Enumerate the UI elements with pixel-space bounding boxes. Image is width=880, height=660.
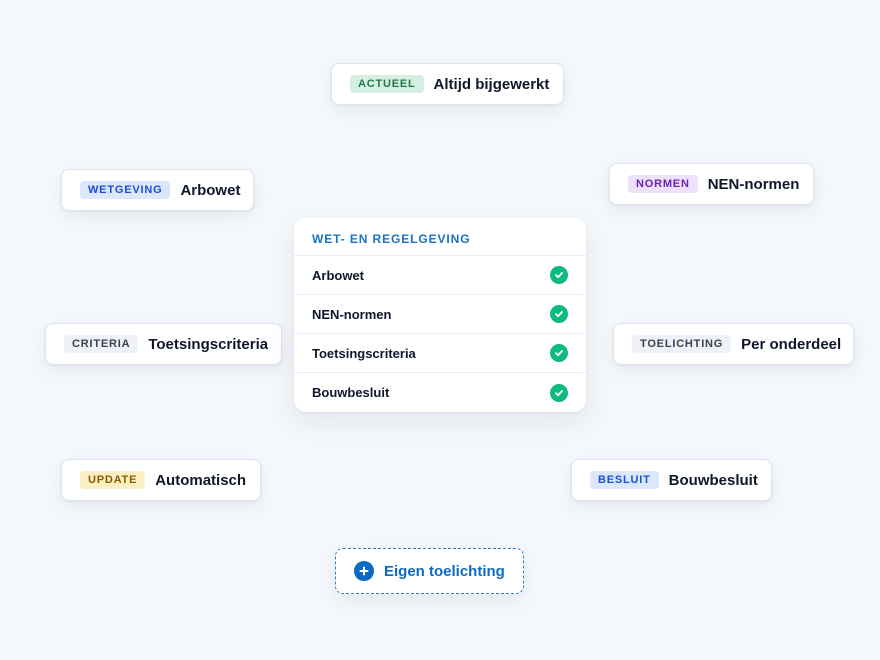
tag-actueel: ACTUEEL [350, 75, 424, 93]
chip-update: UPDATE Automatisch [61, 459, 261, 501]
tag-wetgeving: WETGEVING [80, 181, 171, 199]
check-circle-icon [550, 266, 568, 284]
regulation-row-nen-normen: NEN-normen [294, 295, 586, 334]
tag-criteria: CRITERIA [64, 335, 139, 353]
chip-label-normen: NEN-normen [707, 175, 800, 193]
regulation-label: NEN-normen [312, 306, 392, 322]
regulation-label: Bouwbesluit [312, 385, 390, 400]
chip-besluit: BESLUIT Bouwbesluit [571, 459, 772, 501]
check-circle-icon [550, 305, 568, 323]
tag-update: UPDATE [80, 471, 146, 489]
regulation-row-bouwbesluit: Bouwbesluit [294, 373, 586, 412]
regulation-label: Toetsingscriteria [312, 345, 416, 361]
chip-toelichting: TOELICHTING Per onderdeel [613, 323, 854, 365]
chip-label-besluit: Bouwbesluit [668, 471, 758, 489]
panel-title: WET- EN REGELGEVING [294, 218, 586, 256]
plus-circle-icon [354, 561, 374, 581]
chip-criteria: CRITERIA Toetsingscriteria [45, 323, 282, 365]
add-own-explanation-button[interactable]: Eigen toelichting [335, 548, 524, 594]
chip-label-update: Automatisch [155, 471, 247, 489]
chip-actueel: ACTUEEL Altijd bijgewerkt [331, 63, 564, 105]
tag-besluit: BESLUIT [590, 471, 659, 489]
check-circle-icon [550, 344, 568, 362]
chip-normen: NORMEN NEN-normen [609, 163, 814, 205]
chip-label-wetgeving: Arbowet [180, 181, 241, 199]
chip-label-toelichting: Per onderdeel [741, 335, 842, 353]
regulation-label: Arbowet [312, 267, 364, 283]
check-circle-icon [550, 383, 568, 402]
chip-label-criteria: Toetsingscriteria [148, 335, 269, 353]
regulation-row-toetsingscriteria: Toetsingscriteria [294, 334, 586, 373]
chip-label-actueel: Altijd bijgewerkt [433, 75, 550, 93]
add-button-label: Eigen toelichting [384, 562, 505, 580]
regulation-row-arbowet: Arbowet [294, 256, 586, 295]
tag-toelichting: TOELICHTING [632, 335, 732, 353]
regulations-panel: WET- EN REGELGEVING Arbowet NEN-normen T… [294, 218, 586, 412]
tag-normen: NORMEN [628, 175, 698, 193]
chip-wetgeving: WETGEVING Arbowet [61, 169, 254, 211]
